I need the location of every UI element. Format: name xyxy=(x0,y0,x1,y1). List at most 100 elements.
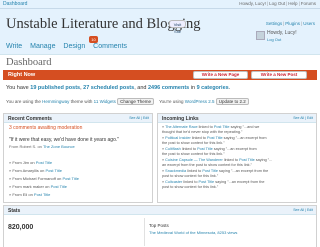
top-post-link[interactable]: The Medieval World of the Minnesota, 825… xyxy=(149,230,237,235)
logout-link[interactable]: Log Out xyxy=(267,37,281,42)
plugins-link[interactable]: Plugins xyxy=(285,21,300,26)
stats-see-all[interactable]: See All | Edit xyxy=(293,208,313,212)
link-excerpt: saying "...an excerpt from the xyxy=(217,169,269,173)
source-post-link[interactable]: The Zone Bounce xyxy=(43,144,75,149)
right-now-summary: You have 19 published posts, 27 schedule… xyxy=(6,85,230,91)
latest-comment-quote: "If it were that easy, we'd have done it… xyxy=(9,137,120,143)
link-text: linked to xyxy=(190,136,207,140)
link-excerpt: saying "...an excerpt from the xyxy=(214,180,265,184)
source-site-link[interactable]: The Alternate Race xyxy=(165,125,198,129)
top-admin-bar: Dashboard Howdy, Lucy!|Log Out|Help|Foru… xyxy=(0,0,320,9)
link-excerpt: saying "... xyxy=(254,158,273,162)
main-nav: Write Manage Design Comments xyxy=(6,43,133,50)
comment-post-link[interactable]: Post Title xyxy=(45,168,61,173)
source-prefix: From Robert S. on xyxy=(9,144,43,149)
comment-author: From Eli on xyxy=(12,192,34,197)
users-link[interactable]: Users xyxy=(303,21,315,26)
theme-prefix: You are using the xyxy=(6,99,43,104)
link-excerpt: the post to show context for this link." xyxy=(162,152,225,156)
scheduled-count-link[interactable]: 27 scheduled posts xyxy=(83,85,134,91)
update-button[interactable]: Update to 2.2 xyxy=(215,98,249,105)
list-item-cont: the post to show context for this link." xyxy=(162,141,225,146)
link-excerpt: an excerpt from the post to show context… xyxy=(162,163,252,167)
comment-author: From Amaryllis on xyxy=(12,168,46,173)
incoming-links-see-all[interactable]: See All | Edit xyxy=(293,116,313,120)
source-site-link[interactable]: Cuisine Capsule — The Wanderer xyxy=(165,158,223,162)
post-link[interactable]: Post Title xyxy=(207,136,223,140)
list-item: » From Michael Formanoff on Post Title xyxy=(9,176,79,181)
nav-comments[interactable]: Comments xyxy=(93,43,127,50)
comments-count-badge: 10 xyxy=(89,36,98,43)
source-site-link[interactable]: Snackmedia xyxy=(165,169,186,173)
help-link[interactable]: Help xyxy=(288,1,297,6)
write-new-post-button[interactable]: Write a New Post xyxy=(251,71,307,79)
post-link[interactable]: Post Title xyxy=(197,147,213,151)
post-link[interactable]: Post Title xyxy=(239,158,255,162)
visit-site-button[interactable]: Visit Site xyxy=(169,20,186,34)
source-site-link[interactable]: Cultiflash xyxy=(165,147,181,151)
forums-link[interactable]: Forums xyxy=(301,1,316,6)
user-links: Howdy, Lucy!|Log Out|Help|Forums xyxy=(239,1,316,6)
list-item-cont: an excerpt from the post to show context… xyxy=(162,163,252,168)
comment-post-link[interactable]: Post Title xyxy=(36,160,52,165)
link-text: linked to xyxy=(180,147,198,151)
howdy-top-link[interactable]: Howdy, Lucy! xyxy=(239,1,266,6)
list-item-cont: post to show context for this link." xyxy=(162,185,218,190)
recent-comments-panel: Recent Comments See All | Edit 3 comment… xyxy=(3,113,153,203)
wp-version-link[interactable]: WordPress 2.5 xyxy=(185,99,215,104)
dashboard-crumb[interactable]: Dashboard xyxy=(3,1,27,7)
summary-sep: . xyxy=(228,85,231,91)
link-text: linked to xyxy=(222,158,240,162)
list-item-cont: post to show context for this link." xyxy=(162,174,218,179)
nav-design[interactable]: Design xyxy=(63,43,85,50)
right-now-bar: Right Now Write a New Page Write a New P… xyxy=(3,70,317,80)
link-excerpt: saying "...an excerpt from xyxy=(212,147,257,151)
posts-count-link[interactable]: 19 published posts xyxy=(30,85,80,91)
theme-info: You are using the Hemmingway theme with … xyxy=(6,98,249,105)
link-excerpt: saying "...an excerpt from xyxy=(222,136,267,140)
nav-write[interactable]: Write xyxy=(6,43,22,50)
widgets-link[interactable]: 11 Widgets xyxy=(94,99,116,104)
recent-comments-see-all[interactable]: See All | Edit xyxy=(129,116,149,120)
stats-header: Stats See All | Edit xyxy=(4,206,316,215)
link-text: linked to xyxy=(186,169,203,173)
list-item-cont: thought that he'd never stop with the re… xyxy=(162,130,242,135)
change-theme-button[interactable]: Change Theme xyxy=(117,98,155,105)
wp-prefix: You're using xyxy=(159,99,185,104)
link-text: linked to xyxy=(182,180,199,184)
latest-comment-source: From Robert S. on The Zone Bounce xyxy=(9,144,75,149)
recent-comments-header: Recent Comments See All | Edit xyxy=(4,114,152,123)
list-item-cont: the post to show context for this link." xyxy=(162,152,225,157)
link-excerpt: post to show context for this link." xyxy=(162,174,219,178)
theme-name-link[interactable]: Hemmingway xyxy=(42,99,69,104)
stats-panel: Stats See All | Edit 820,000 Top Posts T… xyxy=(3,205,317,247)
post-link[interactable]: Post Title xyxy=(202,169,218,173)
list-item: » From Jim on Post Title xyxy=(9,160,53,165)
comment-author: From mark maker on xyxy=(12,184,51,189)
awaiting-moderation-link[interactable]: 3 comments awaiting moderation xyxy=(9,125,82,131)
link-excerpt: the post to show context for this link." xyxy=(162,141,225,145)
summary-sep: , and xyxy=(134,85,148,91)
avatar[interactable] xyxy=(256,31,265,40)
comment-author: From Michael Formanoff on xyxy=(12,176,63,181)
source-site-link[interactable]: Cultcaster xyxy=(165,180,182,184)
comment-post-link[interactable]: Post Title xyxy=(34,192,50,197)
comments-count-link[interactable]: 2496 comments xyxy=(148,85,189,91)
nav-manage[interactable]: Manage xyxy=(30,43,55,50)
top-posts-label: Top Posts xyxy=(149,223,169,228)
post-link[interactable]: Post Title xyxy=(214,125,230,129)
categories-count-link[interactable]: 9 categories xyxy=(197,85,229,91)
comment-post-link[interactable]: Post Title xyxy=(51,184,67,189)
post-link[interactable]: Post Title xyxy=(199,180,215,184)
settings-nav: Settings|Plugins|Users xyxy=(265,21,315,26)
list-item: » From Amaryllis on Post Title xyxy=(9,168,62,173)
summary-sep: in xyxy=(189,85,197,91)
comment-post-link[interactable]: Post Title xyxy=(63,176,79,181)
list-item: » From mark maker on Post Title xyxy=(9,184,68,189)
settings-link[interactable]: Settings xyxy=(266,21,282,26)
source-site-link[interactable]: Political Insider xyxy=(165,136,191,140)
stats-title: Stats xyxy=(8,207,21,214)
logout-top-link[interactable]: Log Out xyxy=(269,1,285,6)
write-new-page-button[interactable]: Write a New Page xyxy=(193,71,248,79)
link-excerpt: post to show context for this link." xyxy=(162,185,219,189)
